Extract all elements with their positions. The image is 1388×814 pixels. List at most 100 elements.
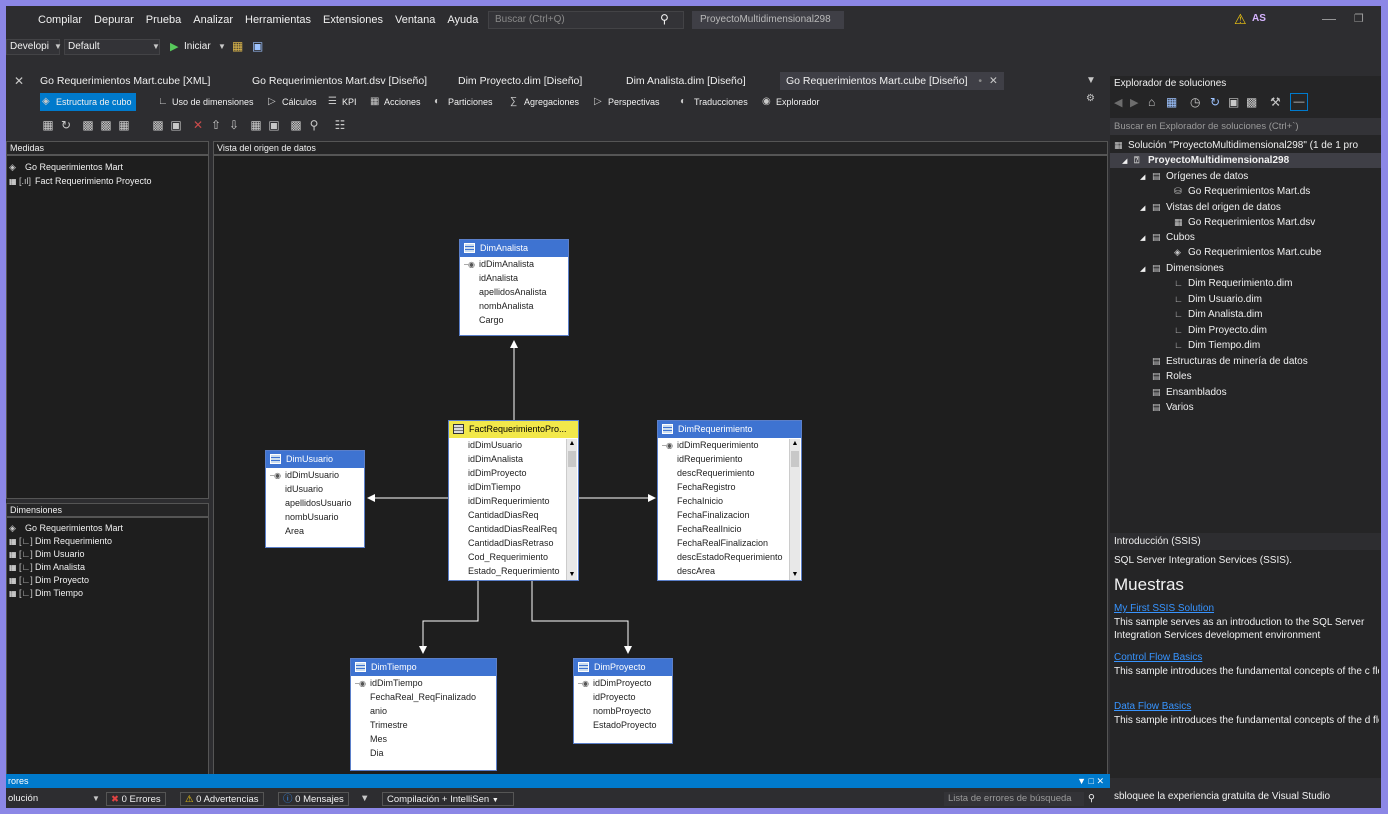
menu-ayuda[interactable]: Ayuda	[441, 6, 484, 34]
solution-node[interactable]: ▦ Solución "ProyectoMultidimensional298" …	[1114, 138, 1358, 153]
table-row[interactable]: idUsuario	[266, 482, 364, 496]
move-down-icon[interactable]: ⇩	[226, 117, 242, 133]
tab-traducciones[interactable]: ◐ Traducciones	[678, 93, 748, 111]
dimension-node[interactable]: ▦ [∟] Dim Analista	[9, 560, 85, 574]
table-row[interactable]: FechaRegistro	[658, 480, 801, 494]
table-row[interactable]: EstadoProyecto	[574, 718, 672, 732]
measures-cube-node[interactable]: ◈ Go Requerimientos Mart	[9, 160, 123, 174]
dimension-node[interactable]: ▦ [∟] Dim Proyecto	[9, 573, 89, 587]
filter-icon[interactable]: ▼	[360, 792, 369, 806]
move-up-icon[interactable]: ⇧	[208, 117, 224, 133]
error-list-titlebar[interactable]: rores ▼ □ ✕	[6, 774, 1110, 788]
window-icon[interactable]: ▣	[252, 39, 263, 53]
table-row[interactable]: ⎯◉ idDimRequerimiento	[658, 438, 801, 452]
table-row[interactable]: idDimProyecto	[449, 466, 578, 480]
dsv-item[interactable]: ▦ Go Requerimientos Mart.dsv	[1174, 215, 1315, 230]
panel-controls[interactable]: ▼ □ ✕	[1077, 774, 1104, 788]
collapse-all-icon[interactable]: ▣	[1228, 95, 1239, 109]
data-source-view-diagram[interactable]: DimAnalista ⎯◉ idDimAnalista idAnalista a…	[213, 155, 1108, 775]
table-dim-usuario[interactable]: DimUsuario ⎯◉ idDimUsuario idUsuario apel…	[265, 450, 365, 548]
folder-dimensions[interactable]: ◢ ▤ Dimensiones	[1140, 261, 1224, 276]
folder-datasources[interactable]: ◢ ▤ Orígenes de datos	[1140, 169, 1248, 184]
chevron-down-icon[interactable]: ▼	[92, 792, 100, 806]
collapse-icon[interactable]: ◢	[1122, 154, 1134, 169]
table-row[interactable]: nombAnalista	[460, 299, 568, 313]
pin-icon[interactable]: •	[978, 75, 982, 87]
add-dimension-icon[interactable]: ▩	[150, 117, 166, 133]
error-search-input[interactable]: Lista de errores de búsqueda	[944, 792, 1084, 806]
sample-link[interactable]: Control Flow Basics	[1114, 652, 1202, 663]
tab-perspectivas[interactable]: ▷ Perspectivas	[592, 93, 660, 111]
history-icon[interactable]: ◷	[1190, 95, 1200, 109]
menu-herramientas[interactable]: Herramientas	[239, 6, 317, 34]
table-dim-analista[interactable]: DimAnalista ⎯◉ idDimAnalista idAnalista a…	[459, 239, 569, 336]
home-icon[interactable]: ⌂	[1148, 95, 1155, 109]
folder-roles[interactable]: ▤ Roles	[1152, 369, 1192, 384]
menu-prueba[interactable]: Prueba	[140, 6, 187, 34]
dimension-item[interactable]: ∟ Dim Analista.dim	[1174, 307, 1262, 322]
table-row[interactable]: CantidadDiasReq	[449, 508, 578, 522]
table-header[interactable]: FactRequerimientoPro...	[449, 421, 578, 438]
table-dim-proyecto[interactable]: DimProyecto ⎯◉ idDimProyecto idProyecto n…	[573, 658, 673, 744]
table-row[interactable]: FechaFinalizacion	[658, 508, 801, 522]
table-scrollbar[interactable]: ▲ ▼	[566, 439, 577, 580]
collapse-icon[interactable]: ◢	[1140, 262, 1152, 277]
collapse-icon[interactable]: ◢	[1140, 201, 1152, 216]
delete-icon[interactable]: ✕	[190, 117, 206, 133]
collapse-icon[interactable]: ◢	[1140, 231, 1152, 246]
table-row[interactable]: descRequerimiento	[658, 466, 801, 480]
dimension-node[interactable]: ▦ [∟] Dim Requerimiento	[9, 534, 112, 548]
table-row[interactable]: idProyecto	[574, 690, 672, 704]
tab-dsv-design[interactable]: Go Requerimientos Mart.dsv [Diseño]	[252, 72, 427, 90]
folder-misc[interactable]: ▤ Varios	[1152, 400, 1194, 415]
configuration-dropdown[interactable]: Developi	[6, 39, 60, 55]
properties-icon[interactable]: ⚒	[1270, 95, 1281, 109]
messages-filter-button[interactable]: ⓘ 0 Mensajes	[278, 792, 349, 806]
table-row[interactable]: idDimAnalista	[449, 452, 578, 466]
table-header[interactable]: DimUsuario	[266, 451, 364, 468]
table-header[interactable]: DimAnalista	[460, 240, 568, 257]
table-row[interactable]: apellidosAnalista	[460, 285, 568, 299]
restore-icon[interactable]: ❐	[1354, 12, 1364, 25]
cube-wizard-icon[interactable]: ▣	[168, 117, 184, 133]
show-tables-icon[interactable]: ▦	[248, 117, 264, 133]
sync-icon[interactable]: ↻	[1210, 95, 1220, 109]
tab-cube-xml[interactable]: Go Requerimientos Mart.cube [XML]	[40, 72, 210, 90]
table-row[interactable]: FechaInicio	[658, 494, 801, 508]
play-icon[interactable]: ▶	[170, 40, 178, 53]
scroll-thumb[interactable]	[791, 451, 799, 467]
table-scrollbar[interactable]: ▲ ▼	[789, 439, 800, 580]
dimensions-cube-node[interactable]: ◈ Go Requerimientos Mart	[9, 521, 123, 535]
folder-dsv[interactable]: ◢ ▤ Vistas del origen de datos	[1140, 200, 1281, 215]
datasource-item[interactable]: ⛁ Go Requerimientos Mart.ds	[1174, 184, 1310, 199]
table-row[interactable]: ⎯◉ idDimProyecto	[574, 676, 672, 690]
table-row[interactable]: Cod_Requerimiento	[449, 550, 578, 564]
dimension-item[interactable]: ∟ Dim Requerimiento.dim	[1174, 276, 1292, 291]
menu-extensiones[interactable]: Extensiones	[317, 6, 389, 34]
expand-icon[interactable]: ▦	[9, 587, 19, 601]
scroll-down-icon[interactable]: ▼	[790, 570, 800, 580]
tab-estructura-cubo[interactable]: ◈ Estructura de cubo	[40, 93, 136, 111]
tab-acciones[interactable]: ▦ Acciones	[368, 93, 421, 111]
warnings-filter-button[interactable]: ⚠ 0 Advertencias	[180, 792, 264, 806]
table-row[interactable]: idAnalista	[460, 271, 568, 285]
table-row[interactable]: FechaReal_ReqFinalizado	[351, 690, 496, 704]
hide-tables-icon[interactable]: ▣	[266, 117, 282, 133]
table-dim-tiempo[interactable]: DimTiempo ⎯◉ idDimTiempo FechaReal_ReqFin…	[350, 658, 497, 771]
table-dim-requerimiento[interactable]: DimRequerimiento ⎯◉ idDimRequerimiento id…	[657, 420, 802, 581]
table-row[interactable]: Trimestre	[351, 718, 496, 732]
search-icon[interactable]: ⚲	[660, 12, 676, 28]
scroll-down-icon[interactable]: ▼	[567, 570, 577, 580]
tab-explorador[interactable]: ◉ Explorador	[760, 93, 820, 111]
table-row[interactable]: nombUsuario	[266, 510, 364, 524]
folder-mining[interactable]: ▤ Estructuras de minería de datos	[1152, 354, 1308, 369]
zoom-icon[interactable]: ▩	[288, 117, 304, 133]
grid-icon[interactable]: ▦	[116, 117, 132, 133]
dimension-item[interactable]: ∟ Dim Proyecto.dim	[1174, 323, 1267, 338]
user-avatar[interactable]: AS	[1252, 13, 1266, 24]
folder-assemblies[interactable]: ▤ Ensamblados	[1152, 385, 1227, 400]
menu-depurar[interactable]: Depurar	[88, 6, 140, 34]
toolbox-icon[interactable]: ▦	[232, 39, 243, 53]
table-row[interactable]: Mes	[351, 732, 496, 746]
scroll-thumb[interactable]	[568, 451, 576, 467]
